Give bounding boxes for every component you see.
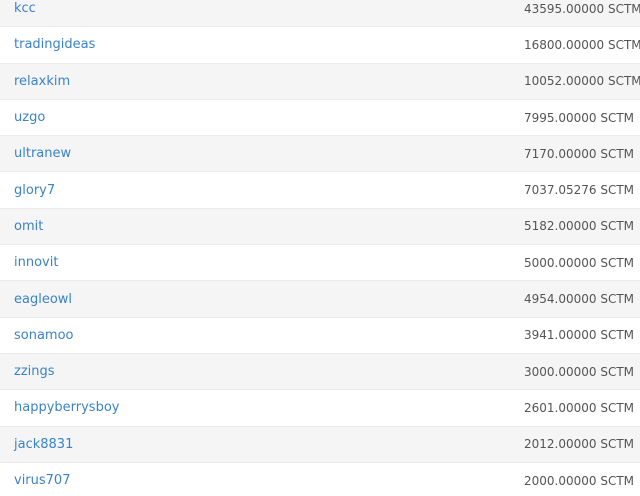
holders-table: kcc 43595.00000 SCTM tradingideas 16800.…	[0, 0, 640, 496]
table-row: virus707 2000.00000 SCTM	[0, 462, 640, 496]
table-row: kcc 43595.00000 SCTM	[0, 0, 640, 28]
username-link[interactable]: happyberrysboy	[14, 400, 119, 415]
username-link[interactable]: innovit	[14, 255, 58, 270]
amount-value: 43595.00000 SCTM	[524, 1, 640, 16]
username-link[interactable]: jack8831	[14, 437, 73, 452]
amount-value: 7037.05276 SCTM	[524, 183, 635, 198]
table-row: happyberrysboy 2601.00000 SCTM	[0, 390, 640, 427]
table-row: sonamoo 3941.00000 SCTM	[0, 317, 640, 354]
amount-value: 2000.00000 SCTM	[524, 473, 635, 488]
username-link[interactable]: relaxkim	[14, 74, 70, 89]
table-row: uzgo 7995.00000 SCTM	[0, 99, 640, 137]
username-link[interactable]: uzgo	[14, 110, 45, 125]
table-row: relaxkim 10052.00000 SCTM	[0, 63, 640, 100]
amount-value: 2012.00000 SCTM	[524, 437, 635, 452]
amount-value: 5000.00000 SCTM	[524, 255, 635, 270]
amount-value: 2601.00000 SCTM	[524, 400, 635, 415]
amount-value: 7995.00000 SCTM	[524, 110, 635, 125]
username-link[interactable]: virus707	[14, 473, 70, 488]
table-row: eagleowl 4954.00000 SCTM	[0, 281, 640, 318]
amount-value: 7170.00000 SCTM	[524, 146, 635, 161]
username-link[interactable]: glory7	[14, 183, 55, 198]
table-row: ultranew 7170.00000 SCTM	[0, 136, 640, 173]
username-link[interactable]: eagleowl	[14, 292, 72, 307]
table-row: jack8831 2012.00000 SCTM	[0, 426, 640, 463]
amount-value: 10052.00000 SCTM	[524, 74, 640, 89]
username-link[interactable]: omit	[14, 219, 43, 234]
table-row: glory7 7037.05276 SCTM	[0, 172, 640, 209]
amount-value: 3941.00000 SCTM	[524, 328, 635, 343]
table-row: omit 5182.00000 SCTM	[0, 208, 640, 246]
username-link[interactable]: sonamoo	[14, 328, 74, 343]
username-link[interactable]: zzings	[14, 364, 55, 379]
table-row: zzings 3000.00000 SCTM	[0, 353, 640, 391]
table-row: tradingideas 16800.00000 SCTM	[0, 27, 640, 64]
username-link[interactable]: kcc	[14, 1, 36, 16]
amount-value: 4954.00000 SCTM	[524, 292, 635, 307]
amount-value: 5182.00000 SCTM	[524, 219, 635, 234]
amount-value: 3000.00000 SCTM	[524, 364, 635, 379]
username-link[interactable]: tradingideas	[14, 37, 95, 52]
username-link[interactable]: ultranew	[14, 146, 71, 161]
amount-value: 16800.00000 SCTM	[524, 37, 640, 52]
table-row: innovit 5000.00000 SCTM	[0, 245, 640, 282]
